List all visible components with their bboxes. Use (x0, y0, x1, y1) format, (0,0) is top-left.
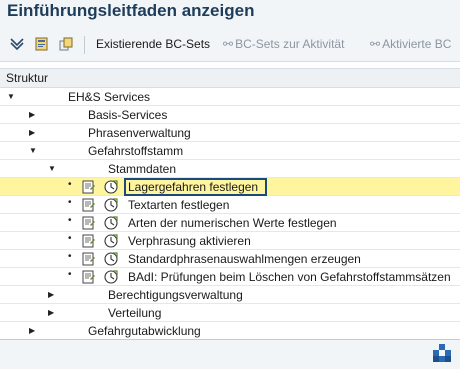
collapse-icon[interactable]: ▼ (48, 164, 56, 174)
toolbar-separator (84, 36, 85, 54)
tree-node-label: Textarten festlegen (128, 198, 230, 212)
tree-node-label: Gefahrstoffstamm (88, 144, 184, 158)
settings-icon[interactable] (34, 36, 50, 52)
documentation-icon[interactable] (82, 270, 96, 284)
focus-outline (124, 178, 267, 196)
tree-node-lagergefahren[interactable]: • Lagergefahren festlegen (0, 178, 460, 196)
structure-header-label: Struktur (6, 71, 49, 85)
tree-node-label: Berechtigungsverwaltung (108, 288, 243, 302)
expand-icon[interactable]: ▶ (48, 308, 54, 318)
bullet-icon: • (68, 251, 72, 262)
expand-icon[interactable]: ▶ (29, 326, 35, 336)
collapse-icon[interactable]: ▼ (7, 92, 15, 102)
bullet-icon: • (68, 179, 72, 190)
tree-node-standardphrasen[interactable]: • Standardphrasenauswahlmengen erzeugen (0, 250, 460, 268)
expand-icon[interactable]: ▶ (29, 110, 35, 120)
tree-node-berechtigungsverwaltung[interactable]: ▶ Berechtigungsverwaltung (0, 286, 460, 304)
tree-node-label: Stammdaten (108, 162, 177, 176)
bullet-icon: • (68, 197, 72, 208)
tree-node-badi-pruefungen[interactable]: • BAdI: Prüfungen beim Löschen von Gefah… (0, 268, 460, 286)
tree-node-verphrasung[interactable]: • Verphrasung aktivieren (0, 232, 460, 250)
structure-header: Struktur (0, 68, 460, 88)
tree-node-label: Verphrasung aktivieren (128, 234, 251, 248)
expand-icon[interactable]: ▶ (48, 290, 54, 300)
tree-node-label: Phrasenverwaltung (88, 126, 191, 140)
tree-node-eh-s-services[interactable]: ▼ EH&S Services (0, 88, 460, 106)
tree-node-gefahrgutabwicklung[interactable]: ▶ Gefahrgutabwicklung (0, 322, 460, 340)
existing-bc-sets-button[interactable]: Existierende BC-Sets (96, 37, 210, 51)
status-area (0, 340, 460, 369)
link-icon: ⚯ (223, 37, 234, 51)
bullet-icon: • (68, 269, 72, 280)
toolbar: Existierende BC-Sets ⚯ BC-Sets zur Aktivi… (0, 28, 460, 62)
expand-all-icon[interactable] (9, 36, 25, 52)
tree-node-stammdaten[interactable]: ▼ Stammdaten (0, 160, 460, 178)
tree-node-textarten[interactable]: • Textarten festlegen (0, 196, 460, 214)
tree-node-label: EH&S Services (68, 90, 151, 104)
link-icon: ⚯ (370, 37, 381, 51)
documentation-icon[interactable] (82, 198, 96, 212)
execute-clock-icon[interactable] (104, 270, 118, 284)
bc-sets-activity-button[interactable]: ⚯ BC-Sets zur Aktivität (223, 37, 344, 51)
copy-icon[interactable] (58, 36, 74, 52)
expand-icon[interactable]: ▶ (29, 128, 35, 138)
tree-node-label: Standardphrasenauswahlmengen erzeugen (128, 252, 361, 266)
tree-node-label: Verteilung (108, 306, 162, 320)
bullet-icon: • (68, 233, 72, 244)
tree-node-arten-numerische-werte[interactable]: • Arten der numerischen Werte festlegen (0, 214, 460, 232)
title-bar: Einführungsleitfaden anzeigen (0, 0, 460, 28)
execute-clock-icon[interactable] (104, 234, 118, 248)
tree-node-label: Basis-Services (88, 108, 168, 122)
tree-node-label: Gefahrgutabwicklung (88, 324, 201, 338)
tree-node-basis-services[interactable]: ▶ Basis-Services (0, 106, 460, 124)
documentation-icon[interactable] (82, 252, 96, 266)
sap-busy-indicator-icon (433, 344, 451, 362)
activated-bc-label: Aktivierte BC (382, 37, 452, 51)
execute-clock-icon[interactable] (104, 216, 118, 230)
tree-node-phrasenverwaltung[interactable]: ▶ Phrasenverwaltung (0, 124, 460, 142)
execute-clock-icon[interactable] (104, 180, 118, 194)
bullet-icon: • (68, 215, 72, 226)
documentation-icon[interactable] (82, 234, 96, 248)
activated-bc-button[interactable]: ⚯ Aktivierte BC (370, 37, 451, 51)
tree-node-verteilung[interactable]: ▶ Verteilung (0, 304, 460, 322)
documentation-icon[interactable] (82, 216, 96, 230)
documentation-icon[interactable] (82, 180, 96, 194)
collapse-icon[interactable]: ▼ (29, 146, 37, 156)
page-title: Einführungsleitfaden anzeigen (7, 1, 255, 20)
execute-clock-icon[interactable] (104, 198, 118, 212)
tree-node-label: BAdI: Prüfungen beim Löschen von Gefahrs… (128, 270, 451, 284)
tree-node-gefahrstoffstamm[interactable]: ▼ Gefahrstoffstamm (0, 142, 460, 160)
bc-sets-activity-label: BC-Sets zur Aktivität (235, 37, 345, 51)
tree-node-label: Arten der numerischen Werte festlegen (128, 216, 337, 230)
execute-clock-icon[interactable] (104, 252, 118, 266)
